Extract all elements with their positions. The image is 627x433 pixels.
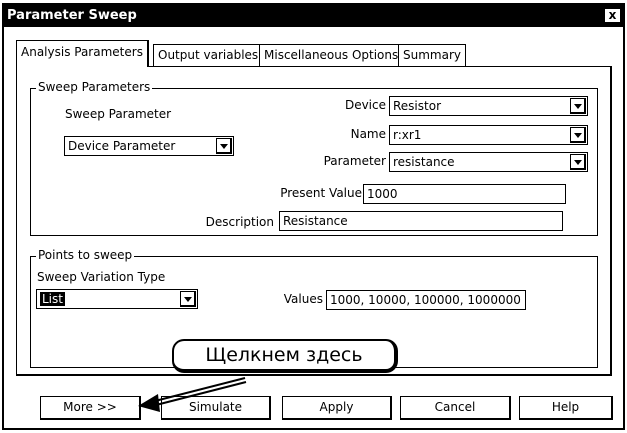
callout-bubble: Щелкнем здесь bbox=[172, 339, 398, 373]
chevron-down-icon[interactable] bbox=[570, 127, 586, 143]
values-label: Values bbox=[283, 292, 323, 306]
device-value: Resistor bbox=[393, 99, 441, 113]
device-select[interactable]: Resistor bbox=[389, 96, 588, 116]
window-title: Parameter Sweep bbox=[7, 8, 137, 23]
tab-analysis-parameters[interactable]: Analysis Parameters bbox=[16, 40, 149, 67]
name-select[interactable]: r:xr1 bbox=[389, 125, 588, 145]
sweep-parameter-label: Sweep Parameter bbox=[65, 107, 172, 121]
description-input[interactable]: Resistance bbox=[279, 211, 563, 231]
tab-summary[interactable]: Summary bbox=[398, 44, 466, 66]
chevron-down-icon[interactable] bbox=[570, 98, 586, 114]
parameter-select[interactable]: resistance bbox=[389, 152, 588, 172]
sweep-variation-type-value: List bbox=[40, 292, 65, 306]
description-label: Description bbox=[205, 215, 274, 229]
title-bar: Parameter Sweep x bbox=[4, 5, 623, 27]
help-button[interactable]: Help bbox=[519, 396, 613, 420]
name-label: Name bbox=[350, 127, 386, 141]
sweep-variation-type-label: Sweep Variation Type bbox=[37, 270, 166, 284]
tab-miscellaneous-options[interactable]: Miscellaneous Options bbox=[259, 44, 404, 66]
sweep-parameters-legend: Sweep Parameters bbox=[36, 80, 153, 94]
close-icon[interactable]: x bbox=[604, 8, 621, 23]
sweep-parameter-value: Device Parameter bbox=[68, 139, 176, 153]
chevron-down-icon[interactable] bbox=[216, 138, 232, 154]
points-to-sweep-legend: Points to sweep bbox=[36, 248, 135, 262]
name-value: r:xr1 bbox=[393, 128, 422, 142]
sweep-parameter-select[interactable]: Device Parameter bbox=[64, 136, 234, 156]
cancel-button[interactable]: Cancel bbox=[400, 396, 511, 420]
values-input[interactable]: 1000, 10000, 100000, 1000000 bbox=[326, 290, 526, 310]
parameter-label: Parameter bbox=[323, 154, 386, 168]
present-value-input[interactable]: 1000 bbox=[363, 184, 566, 204]
more-button[interactable]: More >> bbox=[40, 396, 141, 420]
present-value-label: Present Value bbox=[280, 186, 362, 200]
chevron-down-icon[interactable] bbox=[180, 291, 196, 307]
device-label: Device bbox=[344, 98, 386, 112]
sweep-variation-type-select[interactable]: List bbox=[36, 289, 198, 309]
chevron-down-icon[interactable] bbox=[570, 154, 586, 170]
apply-button[interactable]: Apply bbox=[282, 396, 392, 420]
parameter-value: resistance bbox=[393, 155, 455, 169]
tab-output-variables[interactable]: Output variables bbox=[153, 44, 264, 66]
simulate-button[interactable]: Simulate bbox=[161, 396, 271, 420]
